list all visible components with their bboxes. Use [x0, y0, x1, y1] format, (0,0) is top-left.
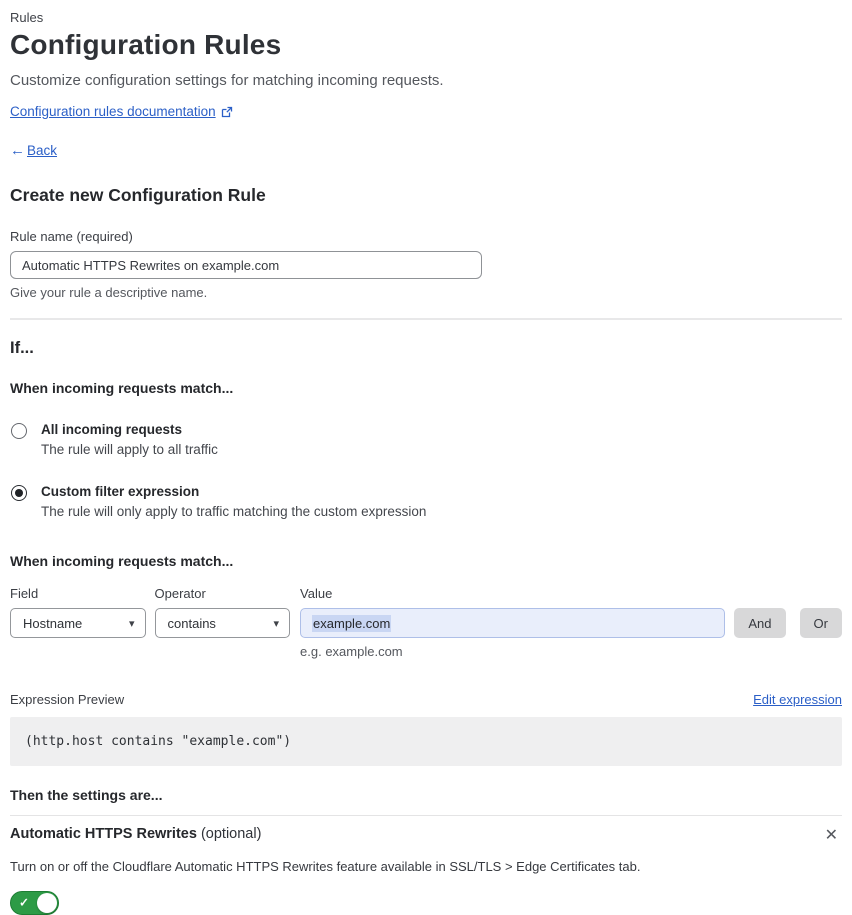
setting-description: Turn on or off the Cloudflare Automatic … [10, 859, 641, 874]
rule-name-label: Rule name (required) [10, 229, 133, 244]
builder-heading: When incoming requests match... [10, 553, 234, 569]
automatic-https-rewrites-toggle[interactable]: ✓ [10, 891, 59, 915]
page-subtitle: Customize configuration settings for mat… [10, 72, 444, 89]
value-input-text: example.com [312, 614, 392, 632]
radio-all-requests-label: All incoming requests [41, 422, 183, 437]
edit-expression-link[interactable]: Edit expression [753, 692, 842, 707]
expression-preview-label: Expression Preview [10, 692, 125, 707]
match-heading: When incoming requests match... [10, 380, 234, 396]
radio-option-all-requests[interactable]: All incoming requests The rule will appl… [10, 422, 842, 457]
setting-title: Automatic HTTPS Rewrites [10, 826, 197, 842]
documentation-link-row: Configuration rules documentation [10, 104, 842, 119]
documentation-link[interactable]: Configuration rules documentation [10, 104, 216, 119]
radio-option-custom-filter[interactable]: Custom filter expression The rule will o… [10, 484, 842, 519]
back-link-row[interactable]: ← Back [10, 142, 842, 159]
or-button[interactable]: Or [799, 608, 842, 638]
close-icon[interactable]: ✕ [821, 826, 842, 846]
back-link[interactable]: Back [27, 143, 57, 158]
operator-label: Operator [154, 586, 206, 601]
chevron-down-icon: ▾ [273, 617, 280, 630]
radio-custom-filter-desc: The rule will only apply to traffic matc… [41, 504, 427, 519]
page-title: Configuration Rules [10, 29, 282, 60]
value-label: Value [300, 586, 333, 601]
setting-automatic-https-rewrites: Automatic HTTPS Rewrites (optional) ✕ Tu… [10, 815, 842, 915]
configuration-rules-page: Rules Configuration Rules Customize conf… [0, 0, 852, 915]
field-select[interactable]: Hostname ▾ [10, 608, 146, 638]
back-arrow-icon: ← [10, 142, 25, 159]
operator-select-value: contains [167, 615, 216, 631]
filter-builder-row: Field Hostname ▾ Operator contains ▾ Val… [10, 586, 842, 659]
create-rule-heading: Create new Configuration Rule [10, 185, 266, 205]
rule-name-help: Give your rule a descriptive name. [10, 285, 208, 300]
value-input[interactable]: example.com [300, 608, 726, 638]
check-icon: ✓ [19, 895, 30, 910]
if-heading: If... [10, 339, 34, 357]
radio-custom-filter-label: Custom filter expression [41, 484, 200, 499]
expression-code: (http.host contains "example.com") [25, 734, 292, 749]
external-link-icon [221, 106, 233, 118]
rule-name-input[interactable]: Automatic HTTPS Rewrites on example.com [10, 251, 482, 279]
rule-name-value: Automatic HTTPS Rewrites on example.com [22, 257, 280, 273]
field-select-value: Hostname [23, 615, 83, 631]
setting-optional-tag: (optional) [200, 826, 262, 842]
value-help: e.g. example.com [300, 644, 403, 659]
radio-selected-icon[interactable] [11, 485, 27, 501]
radio-unselected-icon[interactable] [11, 423, 27, 439]
chevron-down-icon: ▾ [128, 617, 135, 630]
expression-code-box: (http.host contains "example.com") [10, 717, 842, 766]
operator-select[interactable]: contains ▾ [154, 608, 291, 638]
expression-preview-row: Expression Preview Edit expression [10, 692, 842, 707]
breadcrumb[interactable]: Rules [10, 10, 842, 25]
section-divider [10, 318, 842, 320]
and-button[interactable]: And [734, 608, 786, 638]
then-heading: Then the settings are... [10, 787, 163, 803]
field-label: Field [10, 586, 39, 601]
radio-all-requests-desc: The rule will apply to all traffic [41, 442, 218, 457]
toggle-knob[interactable] [37, 893, 57, 913]
